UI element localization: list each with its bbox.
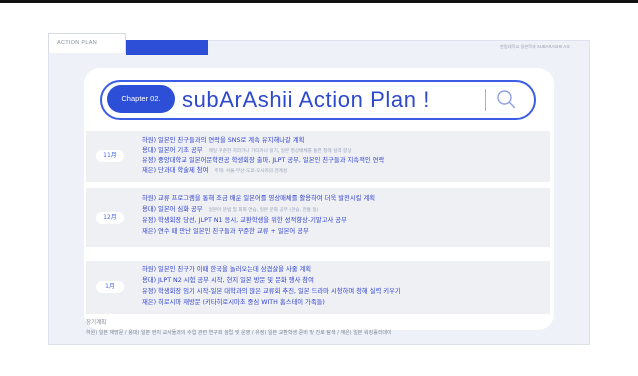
plan-row: 재은) 연수 때 만난 일본인 친구들과 꾸준한 교류 + 일본어 공부 bbox=[142, 228, 309, 235]
tab-accent bbox=[126, 40, 208, 55]
header-caption: 한림대학교 일본학과 SUBARASHII A조 bbox=[500, 44, 570, 49]
plan-row: 재은) 단과대 학술제 참여 주제: 서울-부산-도쿄-오사카의 관계성 bbox=[142, 167, 288, 174]
top-border bbox=[0, 0, 638, 3]
month-label: 1月 bbox=[96, 281, 124, 293]
plan-row: 하원) 일본인 친구들과의 연락을 SNS로 계속 유지해나갈 계획 bbox=[142, 137, 305, 144]
long-term-title: 장기계획 bbox=[86, 320, 107, 326]
plan-row: 유정) 중앙대학교 일본어문학전공 학생회장 출마, JLPT 공부, 일본인 … bbox=[142, 157, 385, 164]
month-block-nov: 11月 하원) 일본인 친구들과의 연락을 SNS로 계속 유지해나갈 계획 용… bbox=[86, 131, 550, 182]
page-title: subArAshii Action Plan ! bbox=[182, 87, 430, 112]
search-icon[interactable] bbox=[495, 88, 517, 110]
month-label: 12月 bbox=[96, 212, 124, 224]
plan-row: 용대) JLPT N2 시험 공부 시작, 현지 일본 방문 및 문화 행사 참… bbox=[142, 277, 314, 284]
plan-row: 용대) 일본어 기초 공부 매일 꾸준한 히라가나 가타카나 읽기, 일본 영상매… bbox=[142, 147, 352, 154]
plan-row: 유정) 학생회장 당선, JLPT N1 응시, 교환학생을 위한 성적향상-기… bbox=[142, 217, 347, 224]
plan-row: 유정) 학생회장 임기 시작-일본 대학과의 많은 교류회 추진, 일본 드라마… bbox=[142, 288, 401, 295]
long-term-plan: 하원) 일본 재방문 / 용대) 일본 현지 교사들과의 수업 관련 연구회 설… bbox=[86, 330, 392, 336]
month-block-jan: 1月 하원) 일본인 친구가 이때 한국을 놀러오는데 삼겹살을 사줄 계획 용… bbox=[86, 261, 550, 314]
plan-row: 하원) 교류 프로그램을 통해 조금 배운 일본어를 영상매체를 활용하여 더욱… bbox=[142, 195, 376, 202]
month-block-dec: 12月 하원) 교류 프로그램을 통해 조금 배운 일본어를 영상매체를 활용하… bbox=[86, 188, 550, 247]
title-divider bbox=[485, 89, 486, 111]
chapter-badge: Chapter 02. bbox=[107, 85, 175, 113]
plan-row: 하원) 일본인 친구가 이때 한국을 놀러오는데 삼겹살을 사줄 계획 bbox=[142, 266, 312, 273]
month-label: 11月 bbox=[96, 150, 124, 162]
plan-row: 재은) 히로시마 재방문 (키타히로시마초 중심 WITH 홈스테이 가족들) bbox=[142, 299, 325, 306]
tab-action-plan[interactable]: ACTION PLAN bbox=[48, 33, 126, 53]
plan-row: 용대) 일본어 심화 공부 일본어 문법 및 회화 연습, 일본 문화 공부 (관… bbox=[142, 206, 319, 213]
